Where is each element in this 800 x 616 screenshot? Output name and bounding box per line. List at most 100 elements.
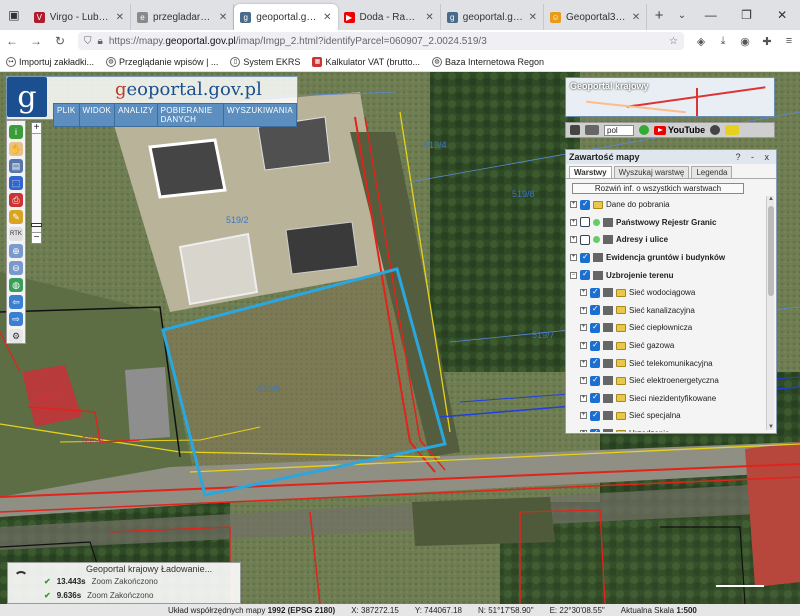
overview-minimap[interactable]: Geoportal krajowy bbox=[565, 77, 775, 117]
bookmark-item[interactable]: ▦ Kalkulator VAT (brutto... bbox=[312, 56, 420, 67]
browser-tab-active[interactable]: g geoportal.gov.pl ✕ bbox=[234, 4, 338, 30]
expand-icon[interactable]: + bbox=[580, 412, 587, 420]
expand-icon[interactable]: + bbox=[570, 218, 577, 226]
next-view-icon[interactable]: ⇨ bbox=[9, 312, 23, 326]
geoportal-logo[interactable]: g bbox=[7, 77, 47, 117]
expand-icon[interactable]: + bbox=[580, 289, 587, 297]
forward-icon[interactable]: → bbox=[24, 30, 48, 52]
layer-checkbox[interactable] bbox=[590, 357, 600, 369]
language-select[interactable]: pol bbox=[604, 124, 634, 136]
zoom-slider-handle[interactable] bbox=[31, 223, 42, 227]
scroll-down-icon[interactable]: ▼ bbox=[767, 424, 775, 430]
browser-tab[interactable]: V Virgo - Lubelskie N... ✕ bbox=[28, 4, 132, 30]
layer-checkbox[interactable] bbox=[580, 269, 590, 281]
zoom-out-icon[interactable]: ⊖ bbox=[9, 261, 23, 275]
browser-tab[interactable]: g geoportal.gov.pl ✕ bbox=[441, 4, 545, 30]
expand-icon[interactable]: + bbox=[580, 430, 587, 432]
select-icon[interactable]: ⬚ bbox=[9, 176, 23, 190]
scroll-up-icon[interactable]: ▲ bbox=[767, 196, 775, 202]
panel-window-buttons[interactable]: ? - x bbox=[735, 150, 773, 164]
close-window-icon[interactable]: ✕ bbox=[764, 0, 800, 30]
expand-icon[interactable]: + bbox=[570, 254, 577, 262]
pan-hand-icon[interactable]: ✋ bbox=[9, 142, 23, 156]
draw-icon[interactable]: ✎ bbox=[9, 210, 23, 224]
bookmark-item[interactable]: ▯ System EKRS bbox=[230, 56, 300, 67]
zoom-slider[interactable]: + − bbox=[31, 122, 42, 244]
close-tab-icon[interactable]: ✕ bbox=[116, 12, 124, 23]
zoom-plus-button[interactable]: + bbox=[32, 123, 41, 134]
tab-warstwy[interactable]: Warstwy bbox=[569, 166, 612, 178]
expand-icon[interactable]: + bbox=[580, 306, 587, 314]
bookmark-star-icon[interactable]: ☆ bbox=[669, 36, 678, 47]
print-icon[interactable]: ⎙ bbox=[9, 193, 23, 207]
expand-icon[interactable]: + bbox=[580, 377, 587, 385]
menu-plik[interactable]: PLIK bbox=[54, 104, 80, 126]
bookmark-item[interactable]: ◍ Baza Internetowa Regon bbox=[431, 56, 544, 67]
expand-icon[interactable]: + bbox=[580, 394, 587, 402]
download-icon[interactable]: ⤓ bbox=[712, 30, 734, 52]
zoom-minus-button[interactable]: − bbox=[32, 232, 41, 243]
expand-icon[interactable]: + bbox=[570, 236, 577, 244]
info-icon[interactable]: i bbox=[9, 125, 23, 139]
settings-icon[interactable]: ⚙ bbox=[9, 329, 23, 343]
eye-icon[interactable] bbox=[725, 125, 740, 135]
layer-item[interactable]: + Sieć elektroenergetyczna bbox=[570, 372, 766, 390]
layer-checkbox[interactable] bbox=[580, 217, 590, 228]
new-tab-button[interactable]: + bbox=[647, 0, 671, 30]
layer-item[interactable]: + Sieć specjalna bbox=[570, 407, 766, 425]
browser-tab[interactable]: ☺ Geoportal360.pl - M... ✕ bbox=[544, 4, 648, 30]
menu-analizy[interactable]: ANALIZY bbox=[115, 104, 158, 126]
layer-item[interactable]: + Dane do pobrania bbox=[570, 196, 766, 214]
bookmark-item[interactable]: ◍ Przeglądanie wpisów | ... bbox=[106, 56, 218, 67]
layer-checkbox[interactable] bbox=[590, 410, 600, 421]
tab-list-icon[interactable]: ▣ bbox=[0, 0, 28, 30]
collapse-icon[interactable]: − bbox=[570, 271, 577, 279]
chevron-down-icon[interactable]: ⌄ bbox=[671, 0, 693, 30]
youtube-link[interactable]: YouTube bbox=[654, 125, 705, 135]
restore-icon[interactable]: ❐ bbox=[729, 0, 765, 30]
reload-icon[interactable]: ↻ bbox=[48, 30, 72, 52]
layer-item[interactable]: + Urządzenia bbox=[570, 425, 766, 432]
close-tab-icon[interactable]: ✕ bbox=[323, 12, 331, 23]
layer-item[interactable]: + Sieci niezidentyfikowane bbox=[570, 390, 766, 408]
menu-pobieranie-danych[interactable]: POBIERANIE DANYCH bbox=[158, 104, 225, 126]
close-tab-icon[interactable]: ✕ bbox=[425, 12, 433, 23]
location-icon[interactable] bbox=[639, 125, 649, 135]
layer-checkbox[interactable] bbox=[590, 428, 600, 432]
browser-tab[interactable]: ▶ Doda - Rany - YouTu... ✕ bbox=[338, 4, 441, 30]
layer-item[interactable]: + Adresy i ulice bbox=[570, 231, 766, 249]
extensions-icon[interactable]: ✚ bbox=[756, 30, 778, 52]
back-icon[interactable]: ← bbox=[0, 30, 24, 52]
tab-legenda[interactable]: Legenda bbox=[691, 166, 733, 178]
layer-item[interactable]: + Sieć ciepłownicza bbox=[570, 319, 766, 337]
close-tab-icon[interactable]: ✕ bbox=[632, 12, 640, 23]
layer-item[interactable]: + Sieć kanalizacyjna bbox=[570, 302, 766, 320]
account-icon[interactable]: ◉ bbox=[734, 30, 756, 52]
layer-checkbox[interactable] bbox=[590, 304, 600, 316]
previous-view-icon[interactable]: ⇦ bbox=[9, 295, 23, 309]
minimize-icon[interactable]: — bbox=[693, 0, 729, 30]
layer-checkbox[interactable] bbox=[580, 234, 590, 245]
layer-item[interactable]: + Sieć telekomunikacyjna bbox=[570, 354, 766, 372]
layer-checkbox[interactable] bbox=[590, 375, 600, 386]
globe-icon[interactable]: ◍ bbox=[9, 278, 23, 292]
zoom-in-icon[interactable]: ⊕ bbox=[9, 244, 23, 258]
expand-icon[interactable]: + bbox=[580, 359, 587, 367]
expand-all-layers-button[interactable]: Rozwiń inf. o wszystkich warstwach bbox=[572, 183, 744, 194]
layer-scrollbar[interactable]: ▲ ▼ bbox=[766, 196, 774, 430]
tab-wyszukaj-warstwe[interactable]: Wyszukaj warstwę bbox=[613, 166, 690, 178]
menu-widok[interactable]: WIDOK bbox=[80, 104, 116, 126]
pocket-icon[interactable]: ◈ bbox=[690, 30, 712, 52]
close-tab-icon[interactable]: ✕ bbox=[529, 12, 537, 23]
layer-checkbox[interactable] bbox=[590, 287, 600, 298]
bookmark-item[interactable]: ↦ Importuj zakładki... bbox=[6, 56, 94, 67]
map-viewport[interactable]: 519/4 519/8 519/2 519/3 519/7 595/2 595/… bbox=[0, 72, 800, 604]
layer-checkbox[interactable] bbox=[590, 322, 600, 333]
layer-item[interactable]: − Uzbrojenie terenu bbox=[570, 266, 766, 284]
layer-item[interactable]: + Ewidencja gruntów i budynków bbox=[570, 249, 766, 267]
expand-icon[interactable]: + bbox=[580, 342, 587, 350]
browser-tab[interactable]: e przegladarka-ekw.m... ✕ bbox=[131, 4, 235, 30]
menu-wyszukiwania[interactable]: WYSZUKIWANIA bbox=[224, 104, 296, 126]
scrollbar-thumb[interactable] bbox=[768, 206, 774, 296]
layer-item[interactable]: + Państwowy Rejestr Granic bbox=[570, 214, 766, 232]
